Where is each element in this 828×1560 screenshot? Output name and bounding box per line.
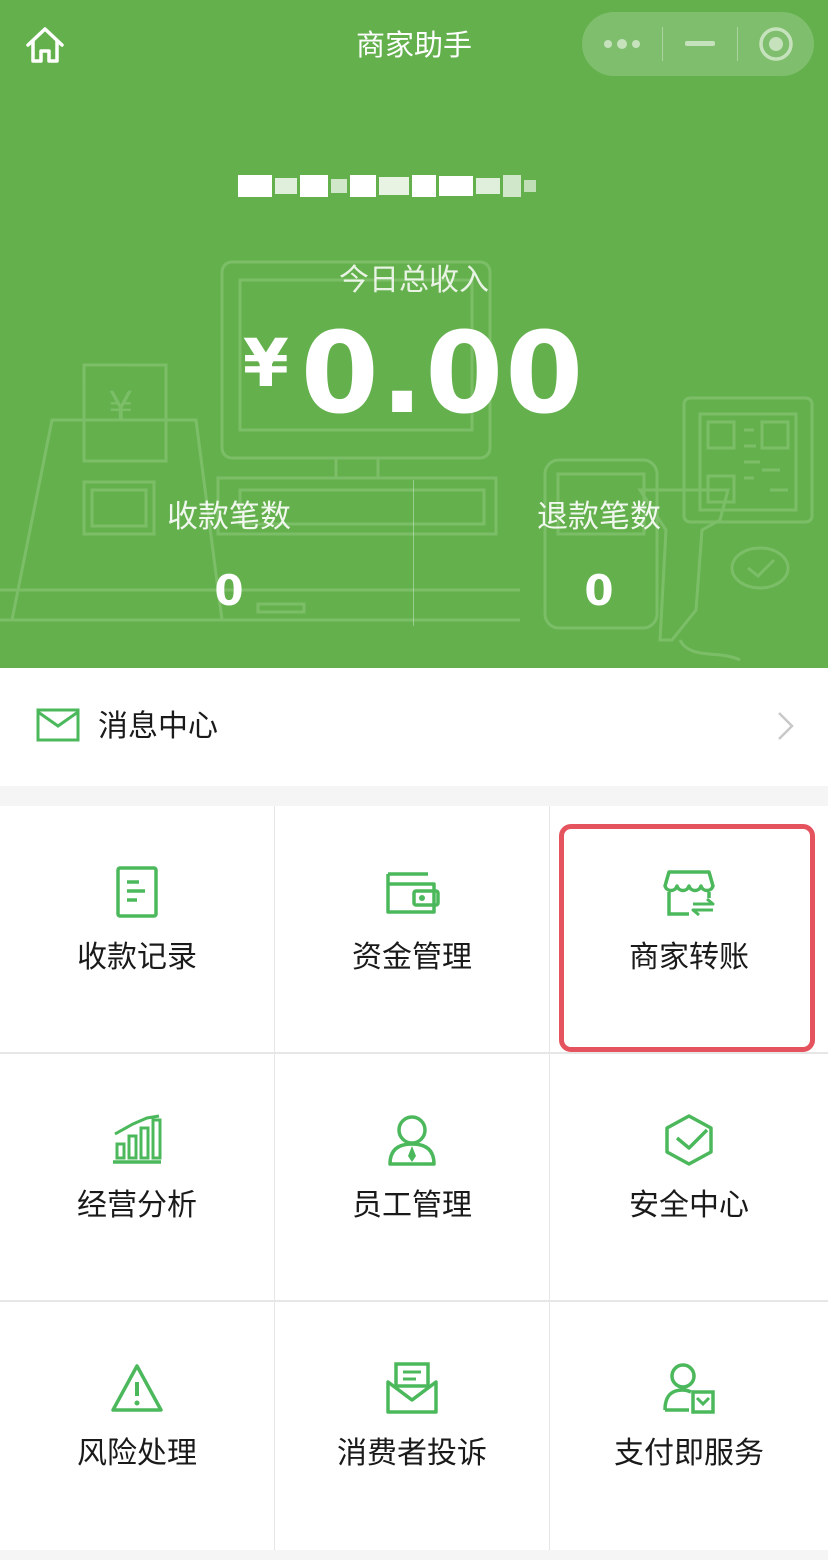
today-income-label: 今日总收入 bbox=[339, 263, 489, 298]
shield-icon bbox=[665, 1114, 713, 1166]
close-button[interactable] bbox=[738, 12, 814, 76]
payment-count-value: 0 bbox=[214, 566, 244, 615]
grid-item-label: 安全中心 bbox=[629, 1188, 749, 1223]
header-banner: ¥ 商家助手 今日总收入 ¥ 0.00 收款笔数 0 退款笔数 0 bbox=[0, 0, 828, 668]
grid-item-payment-records[interactable]: 收款记录 bbox=[0, 806, 274, 1052]
grid-item-label: 消费者投诉 bbox=[337, 1436, 487, 1471]
grid-item-merchant-transfer[interactable]: 商家转账 bbox=[550, 806, 828, 1052]
bar-chart-icon bbox=[113, 1114, 162, 1164]
grid-item-label: 收款记录 bbox=[77, 940, 197, 975]
chevron-right-icon bbox=[778, 712, 794, 740]
grid-item-staff-management[interactable]: 员工管理 bbox=[275, 1054, 549, 1300]
complaint-envelope-icon bbox=[386, 1362, 438, 1414]
grid-item-fund-management[interactable]: 资金管理 bbox=[275, 806, 549, 1052]
feature-grid: 收款记录 资金管理 商家转账 经营分析 员工管理 安全中心 风险处理 消费者投诉… bbox=[0, 806, 828, 1550]
bottom-strip bbox=[0, 1550, 828, 1560]
grid-item-label: 风险处理 bbox=[77, 1436, 197, 1471]
grid-item-payment-as-service[interactable]: 支付即服务 bbox=[550, 1302, 828, 1550]
more-dots-icon bbox=[604, 39, 640, 49]
employee-icon bbox=[388, 1115, 436, 1166]
grid-item-label: 员工管理 bbox=[352, 1188, 472, 1223]
today-income-amount: ¥0.00 bbox=[0, 318, 828, 430]
refund-count-value: 0 bbox=[584, 566, 614, 615]
grid-item-label: 资金管理 bbox=[352, 940, 472, 975]
mini-program-capsule bbox=[582, 12, 814, 76]
message-center-label: 消息中心 bbox=[98, 709, 218, 744]
grid-item-security-center[interactable]: 安全中心 bbox=[550, 1054, 828, 1300]
more-button[interactable] bbox=[582, 12, 662, 76]
grid-item-risk-handling[interactable]: 风险处理 bbox=[0, 1302, 274, 1550]
grid-item-label: 商家转账 bbox=[629, 940, 749, 975]
receipt-icon bbox=[116, 866, 158, 918]
close-target-icon bbox=[759, 27, 793, 61]
warning-icon bbox=[111, 1364, 163, 1412]
grid-item-label: 经营分析 bbox=[77, 1188, 197, 1223]
currency-symbol: ¥ bbox=[242, 325, 289, 402]
refund-count-stat: 退款笔数 0 bbox=[392, 495, 806, 621]
wallet-icon bbox=[386, 872, 440, 914]
merchant-name-blurred bbox=[238, 166, 578, 206]
grid-item-consumer-complaints[interactable]: 消费者投诉 bbox=[275, 1302, 549, 1550]
envelope-icon bbox=[36, 708, 80, 742]
message-center-row[interactable]: 消息中心 bbox=[0, 668, 828, 786]
payment-count-stat: 收款笔数 0 bbox=[22, 495, 436, 621]
grid-item-label: 支付即服务 bbox=[614, 1436, 764, 1471]
grid-item-business-analysis[interactable]: 经营分析 bbox=[0, 1054, 274, 1300]
minimize-button[interactable] bbox=[663, 12, 737, 76]
user-service-icon bbox=[663, 1363, 715, 1414]
minimize-icon bbox=[685, 41, 715, 46]
refund-count-label: 退款笔数 bbox=[537, 499, 661, 535]
payment-count-label: 收款笔数 bbox=[167, 499, 291, 535]
today-income-value: 0.00 bbox=[300, 309, 586, 439]
store-transfer-icon bbox=[663, 870, 715, 917]
